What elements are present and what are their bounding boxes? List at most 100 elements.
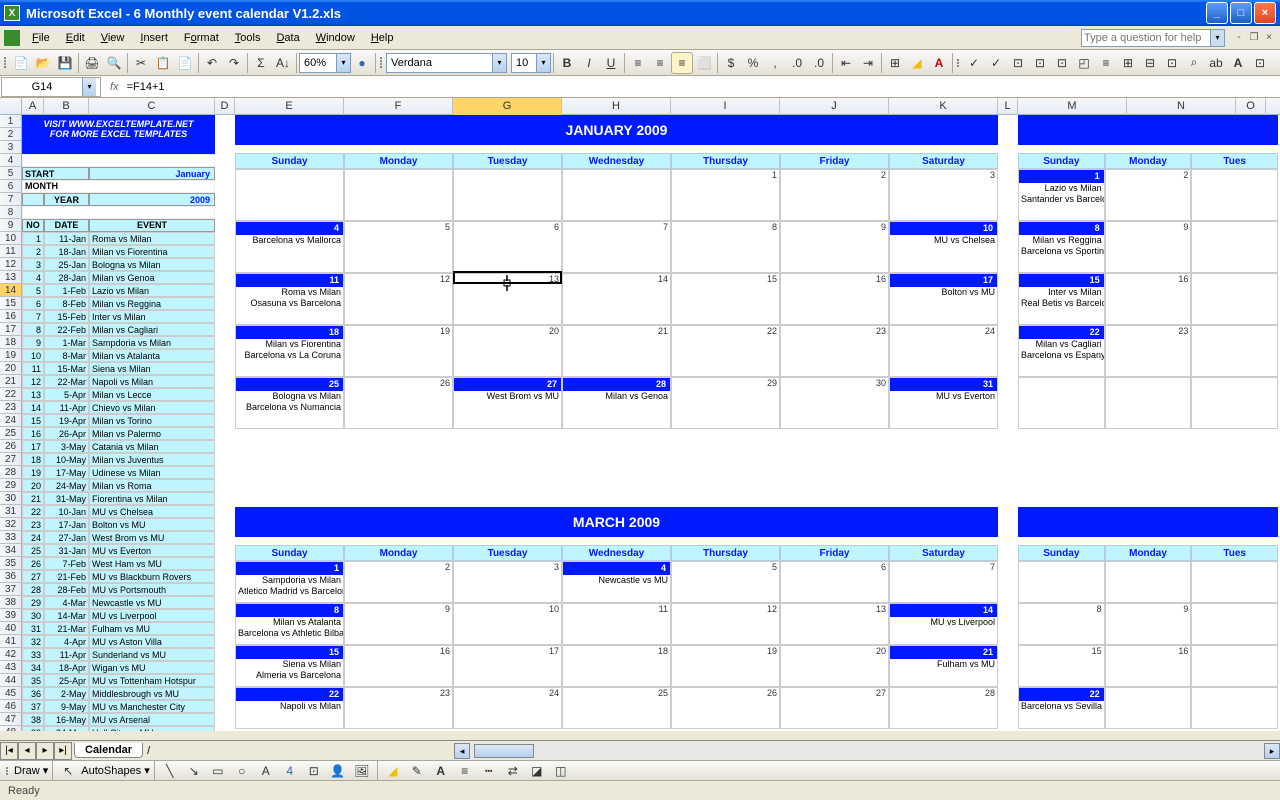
menu-file[interactable]: File — [24, 30, 58, 46]
calendar-cell[interactable] — [1105, 377, 1192, 429]
calendar-cell[interactable]: 2 — [344, 561, 453, 603]
calendar-cell[interactable]: 9 — [1105, 603, 1192, 645]
calendar-cell[interactable] — [453, 169, 562, 221]
row-header-5[interactable]: 5 — [0, 167, 22, 180]
column-header-D[interactable]: D — [215, 98, 235, 115]
decimal-dec-button[interactable]: .0 — [808, 52, 830, 74]
event-row[interactable]: 91-MarSampdoria vs Milan — [22, 336, 215, 349]
calendar-cell[interactable]: 1Lazio vs MilanSantander vs Barcelona — [1018, 169, 1105, 221]
draw-menu[interactable]: Draw ▾ — [14, 764, 48, 777]
calendar-cell[interactable]: 4Newcastle vs MU — [562, 561, 671, 603]
extra-btn-12[interactable]: ab — [1205, 52, 1227, 74]
column-headers[interactable]: ABCDEFGHIJKLMNO — [0, 98, 1280, 115]
formula-input[interactable] — [127, 81, 1280, 93]
calendar-cell[interactable] — [1105, 561, 1192, 603]
calendar-cell[interactable]: 23 — [780, 325, 889, 377]
row-header-28[interactable]: 28 — [0, 466, 22, 479]
cut-button[interactable]: ✂ — [130, 52, 152, 74]
calendar-cell[interactable]: 25Bologna vs MilanBarcelona vs Numancia — [235, 377, 344, 429]
row-header-42[interactable]: 42 — [0, 648, 22, 661]
event-row[interactable]: 3311-AprSunderland vs MU — [22, 648, 215, 661]
event-row[interactable]: 2828-FebMU vs Portsmouth — [22, 583, 215, 596]
calendar-cell[interactable]: 20 — [453, 325, 562, 377]
menu-insert[interactable]: Insert — [132, 30, 176, 46]
extra-btn-4[interactable]: ⊡ — [1029, 52, 1051, 74]
copy-button[interactable]: 📋 — [152, 52, 174, 74]
spreadsheet-grid[interactable]: ABCDEFGHIJKLMNO 123456789101112131415161… — [0, 98, 1280, 731]
row-header-6[interactable]: 6 — [0, 180, 22, 193]
tab-nav-last[interactable]: ▸| — [54, 742, 72, 760]
calendar-cell[interactable]: 10MU vs Chelsea — [889, 221, 998, 273]
sort-button[interactable]: A↓ — [272, 52, 294, 74]
calendar-cell[interactable]: 31MU vs Everton — [889, 377, 998, 429]
extra-btn-5[interactable]: ⊡ — [1051, 52, 1073, 74]
row-header-11[interactable]: 11 — [0, 245, 22, 258]
calendar-cell[interactable]: 12 — [671, 603, 780, 645]
calendar-cell[interactable]: 16 — [344, 645, 453, 687]
event-row[interactable]: 822-FebMilan vs Cagliari — [22, 323, 215, 336]
fill-color-button[interactable]: ◢ — [906, 52, 928, 74]
column-header-F[interactable]: F — [344, 98, 453, 115]
row-header-7[interactable]: 7 — [0, 193, 22, 206]
calendar-cell[interactable] — [1105, 687, 1192, 729]
column-header-K[interactable]: K — [889, 98, 998, 115]
row-header-18[interactable]: 18 — [0, 336, 22, 349]
row-header-17[interactable]: 17 — [0, 323, 22, 336]
menu-tools[interactable]: Tools — [227, 30, 269, 46]
row-header-9[interactable]: 9 — [0, 219, 22, 232]
calendar-cell[interactable]: 10 — [453, 603, 562, 645]
event-row[interactable]: 2317-JanBolton vs MU — [22, 518, 215, 531]
calendar-cell[interactable]: 26 — [671, 687, 780, 729]
calendar-cell[interactable]: 18 — [562, 645, 671, 687]
extra-btn-1[interactable]: ✓ — [963, 52, 985, 74]
event-row[interactable]: 267-FebWest Ham vs MU — [22, 557, 215, 570]
calendar-cell[interactable]: 27 — [780, 687, 889, 729]
menu-data[interactable]: Data — [268, 30, 307, 46]
column-header-A[interactable]: A — [22, 98, 44, 115]
calendar-cell[interactable]: 12 — [344, 273, 453, 325]
extra-btn-14[interactable]: ⊡ — [1249, 52, 1271, 74]
event-row[interactable]: 428-JanMilan vs Genoa — [22, 271, 215, 284]
event-row[interactable]: 51-FebLazio vs Milan — [22, 284, 215, 297]
calendar-cell[interactable]: 23 — [344, 687, 453, 729]
font-color-button[interactable]: A — [928, 52, 950, 74]
minimize-button[interactable]: _ — [1206, 2, 1228, 24]
event-row[interactable]: 325-JanBologna vs Milan — [22, 258, 215, 271]
indent-dec-button[interactable]: ⇤ — [835, 52, 857, 74]
rectangle-button[interactable]: ▭ — [207, 760, 229, 782]
arrow-button[interactable]: ↘ — [183, 760, 205, 782]
row-header-1[interactable]: 1 — [0, 115, 22, 128]
calendar-cell[interactable] — [1191, 273, 1278, 325]
picture-button[interactable]: 🖼 — [351, 760, 373, 782]
font-color-draw-button[interactable]: A — [430, 760, 452, 782]
event-row[interactable]: 3816-MayMU vs Arsenal — [22, 713, 215, 726]
autosum-button[interactable]: Σ — [250, 52, 272, 74]
column-header-N[interactable]: N — [1127, 98, 1236, 115]
calendar-cell[interactable]: 30 — [780, 377, 889, 429]
undo-button[interactable]: ↶ — [201, 52, 223, 74]
align-left-button[interactable]: ≡ — [627, 52, 649, 74]
row-header-13[interactable]: 13 — [0, 271, 22, 284]
italic-button[interactable]: I — [578, 52, 600, 74]
calendar-cell[interactable]: 25 — [562, 687, 671, 729]
event-row[interactable]: 108-MarMilan vs Atalanta — [22, 349, 215, 362]
row-header-12[interactable]: 12 — [0, 258, 22, 271]
extra-btn-3[interactable]: ⊡ — [1007, 52, 1029, 74]
event-row[interactable]: 218-JanMilan vs Fiorentina — [22, 245, 215, 258]
calendar-cell[interactable]: 14 — [562, 273, 671, 325]
calendar-cell[interactable]: 19 — [671, 645, 780, 687]
extra-btn-10[interactable]: ⊡ — [1161, 52, 1183, 74]
doc-restore-button[interactable]: ❐ — [1247, 31, 1261, 45]
row-header-45[interactable]: 45 — [0, 687, 22, 700]
select-objects-button[interactable]: ↖ — [57, 760, 79, 782]
row-header-14[interactable]: 14 — [0, 284, 22, 297]
calendar-cell[interactable]: 1Sampdoria vs MilanAtletico Madrid vs Ba… — [235, 561, 344, 603]
calendar-cell[interactable] — [344, 169, 453, 221]
cells-area[interactable]: VISIT WWW.EXCELTEMPLATE.NETFOR MORE EXCE… — [22, 115, 1280, 731]
calendar-cell[interactable]: 17Bolton vs MU — [889, 273, 998, 325]
calendar-cell[interactable] — [1191, 221, 1278, 273]
fx-icon[interactable]: fx — [102, 81, 127, 93]
font-box[interactable]: ▾ — [386, 53, 507, 73]
row-header-26[interactable]: 26 — [0, 440, 22, 453]
redo-button[interactable]: ↷ — [223, 52, 245, 74]
